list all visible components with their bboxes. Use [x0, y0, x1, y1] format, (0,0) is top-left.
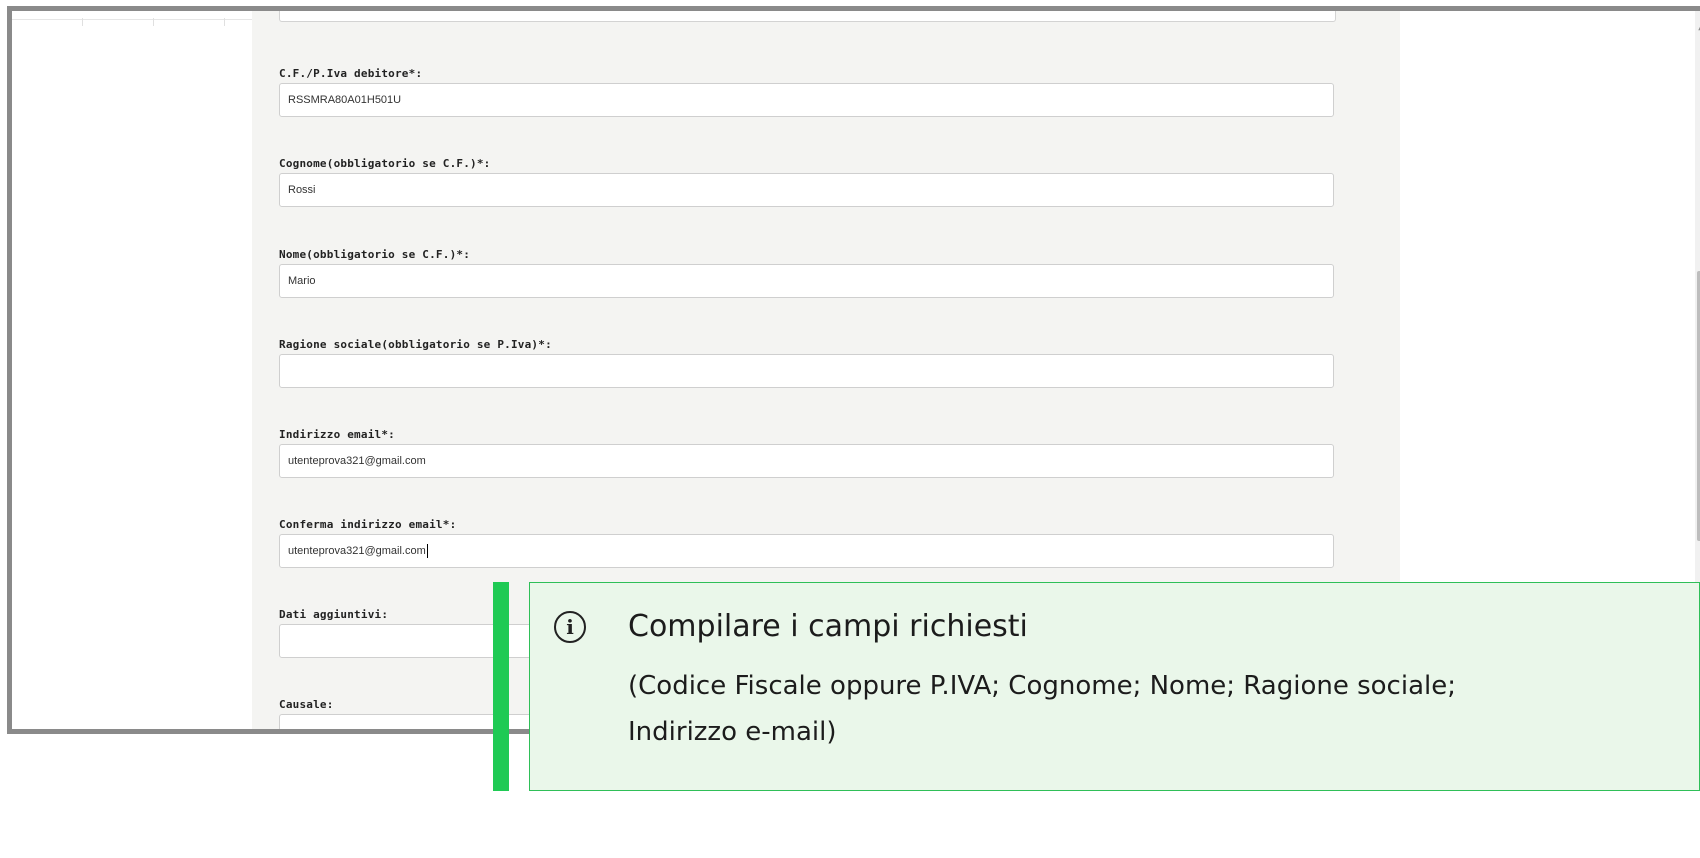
nome-value: Mario — [288, 275, 316, 287]
cognome-value: Rossi — [288, 184, 316, 196]
cognome-label: Cognome(obbligatorio se C.F.)*: — [279, 157, 491, 170]
callout-accent-bar — [493, 582, 509, 791]
cf-piva-input[interactable]: RSSMRA80A01H501U — [279, 83, 1334, 117]
nome-input[interactable]: Mario — [279, 264, 1334, 298]
conferma-email-label: Conferma indirizzo email*: — [279, 518, 457, 531]
cf-piva-label: C.F./P.Iva debitore*: — [279, 67, 423, 80]
text-caret — [426, 544, 428, 558]
ragione-sociale-input[interactable] — [279, 354, 1334, 388]
info-callout: i Compilare i campi richiesti (Codice Fi… — [493, 582, 1700, 791]
causale-label: Causale: — [279, 698, 334, 711]
nome-label: Nome(obbligatorio se C.F.)*: — [279, 248, 471, 261]
callout-text: (Codice Fiscale oppure P.IVA; Cognome; N… — [628, 671, 1456, 747]
email-value: utenteprova321@gmail.com — [288, 455, 426, 467]
email-label: Indirizzo email*: — [279, 428, 395, 441]
previous-field-stub[interactable] — [279, 11, 1336, 22]
callout-title: Compilare i campi richiesti — [628, 609, 1028, 644]
callout-box: i Compilare i campi richiesti (Codice Fi… — [529, 582, 1700, 791]
email-input[interactable]: utenteprova321@gmail.com — [279, 444, 1334, 478]
cognome-input[interactable]: Rossi — [279, 173, 1334, 207]
conferma-email-input[interactable]: utenteprova321@gmail.com — [279, 534, 1334, 568]
ragione-sociale-label: Ragione sociale(obbligatorio se P.Iva)*: — [279, 338, 552, 351]
info-icon: i — [554, 611, 586, 643]
dati-aggiuntivi-label: Dati aggiuntivi: — [279, 608, 389, 621]
conferma-email-value: utenteprova321@gmail.com — [288, 545, 426, 557]
cf-piva-value: RSSMRA80A01H501U — [288, 94, 402, 106]
top-strip — [12, 11, 252, 26]
